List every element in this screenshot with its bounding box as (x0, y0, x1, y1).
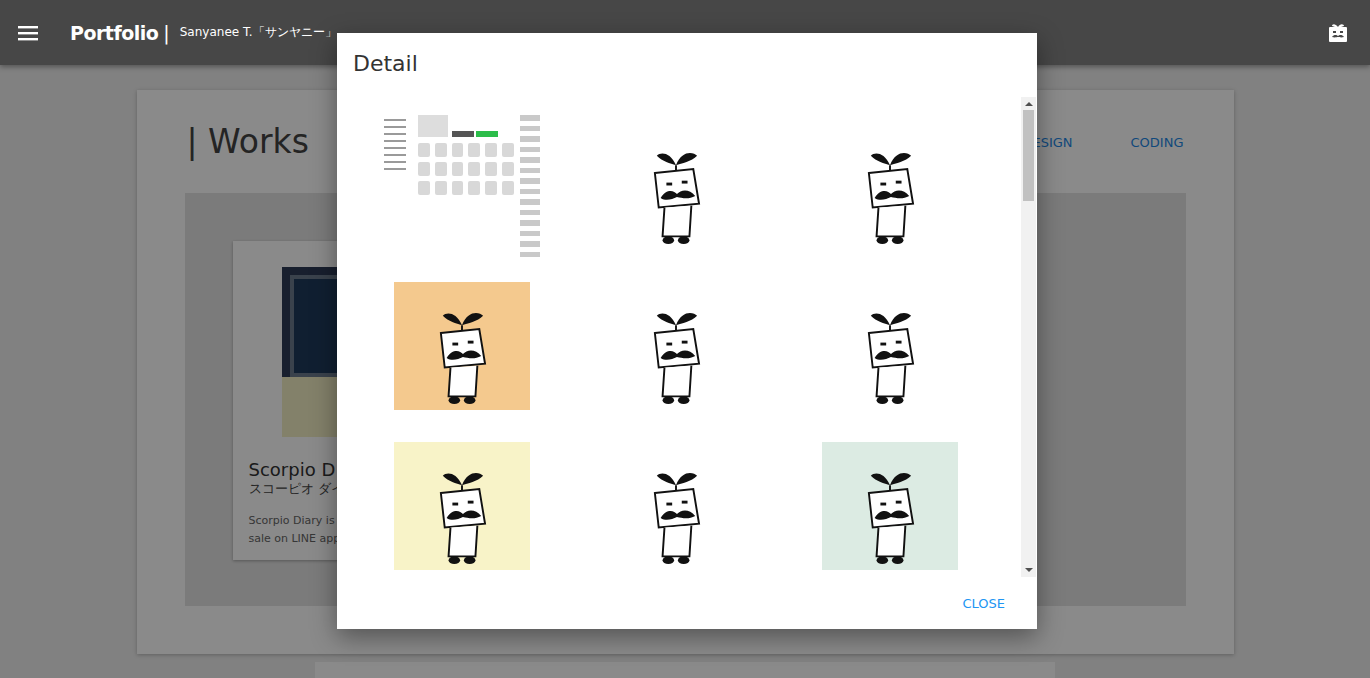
scrollbar[interactable] (1021, 97, 1036, 577)
dialog-content (337, 97, 1037, 577)
mascot-sticker-icon (628, 464, 724, 570)
sticker-image (822, 122, 958, 250)
sticker-image (608, 442, 744, 570)
gallery-item[interactable] (783, 431, 997, 577)
mascot-sticker-icon (414, 304, 510, 410)
sticker-image (822, 282, 958, 410)
sticker-image (608, 122, 744, 250)
sticker-image (394, 442, 530, 570)
brand-subtitle: Sanyanee T.「サンヤニー」 (180, 24, 337, 41)
gallery-item[interactable] (783, 271, 997, 421)
mascot-sticker-icon (628, 144, 724, 250)
gallery-item[interactable] (355, 271, 569, 421)
screen: Portfolio|Sanyanee T.「サンヤニー」| WorksESIGN… (0, 0, 1370, 678)
sticker-image (822, 442, 958, 570)
mascot-sticker-icon (414, 464, 510, 570)
image-gallery (355, 97, 1021, 577)
dialog-title: Detail (337, 33, 1037, 97)
scroll-thumb[interactable] (1023, 110, 1034, 201)
mascot-sticker-icon (842, 144, 938, 250)
store-screenshot (382, 111, 542, 261)
dialog-actions: CLOSE (337, 577, 1037, 629)
detail-dialog: Detail CLOSE (337, 33, 1037, 629)
mascot-sticker-icon (842, 304, 938, 410)
menu-icon[interactable] (18, 25, 38, 41)
gallery-item[interactable] (355, 111, 569, 261)
mascot-sticker-icon (628, 304, 724, 410)
gallery-item[interactable] (569, 271, 783, 421)
gallery-item[interactable] (355, 431, 569, 577)
gallery-item[interactable] (569, 431, 783, 577)
scroll-up-icon[interactable] (1025, 102, 1033, 106)
sticker-image (394, 282, 530, 410)
mascot-sticker-icon (842, 464, 938, 570)
sticker-image (608, 282, 744, 410)
scroll-down-icon[interactable] (1025, 568, 1033, 572)
brand-separator: | (163, 22, 169, 44)
gallery-item[interactable] (783, 111, 997, 261)
close-button[interactable]: CLOSE (954, 588, 1013, 619)
gallery-item[interactable] (569, 111, 783, 261)
mascot-icon[interactable] (1326, 21, 1350, 45)
brand-title[interactable]: Portfolio (70, 22, 158, 44)
